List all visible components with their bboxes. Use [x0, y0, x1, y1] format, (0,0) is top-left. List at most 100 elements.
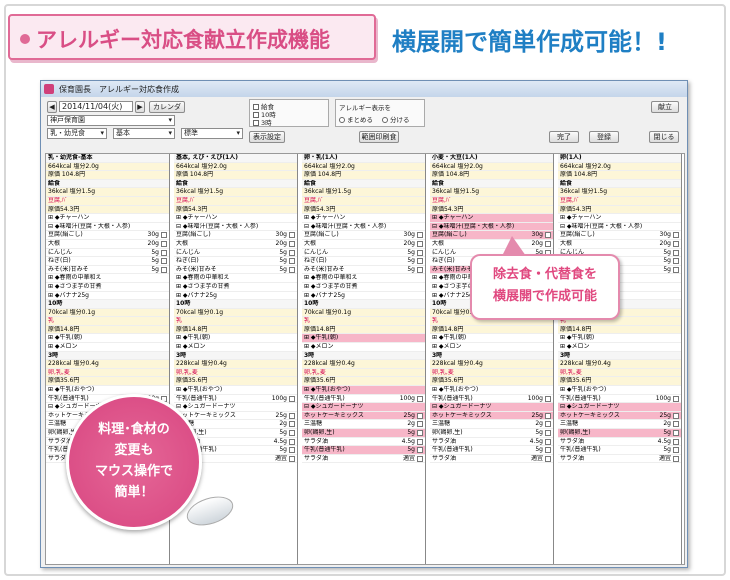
row-menu-icon[interactable]: [289, 455, 295, 462]
menu-row[interactable]: 664kcal 塩分2.0g: [558, 162, 681, 172]
row-menu-icon[interactable]: [417, 412, 423, 419]
menu-row[interactable]: 原価 104.8円: [430, 171, 553, 180]
menu-row[interactable]: 原価35.6円: [302, 377, 425, 387]
row-menu-icon[interactable]: [161, 232, 167, 239]
row-menu-icon[interactable]: [289, 258, 295, 265]
menu-row[interactable]: 原価 104.8円: [558, 171, 681, 180]
done-button[interactable]: 完了: [549, 131, 579, 143]
menu-row[interactable]: ⊞ ◆牛乳(朝): [302, 334, 425, 344]
row-menu-icon[interactable]: [417, 249, 423, 256]
menu-row[interactable]: ⊞ ◆バナナ25g: [46, 292, 169, 301]
menu-row[interactable]: ⊞ ◆牛乳(朝): [46, 334, 169, 344]
row-menu-icon[interactable]: [545, 430, 551, 436]
row-menu-icon[interactable]: [289, 232, 295, 239]
menu-row[interactable]: ホットケーキミックス 25g: [302, 411, 425, 421]
menu-row[interactable]: 原価35.6円: [174, 377, 297, 387]
menu-row[interactable]: みそ(米)甘みそ 5g: [174, 266, 297, 275]
menu-row[interactable]: ⊟ ◆味噌汁(豆腐・大根・人参): [430, 222, 553, 232]
menu-row[interactable]: 乳: [46, 317, 169, 326]
menu-row[interactable]: ⊞ ◆春雨の中華和え: [46, 274, 169, 283]
menu-row[interactable]: 原価35.6円: [46, 377, 169, 387]
menu-row[interactable]: にんじん 5g: [174, 249, 297, 258]
row-menu-icon[interactable]: [545, 412, 551, 419]
menu-row[interactable]: 原価54.3円: [430, 205, 553, 215]
row-menu-icon[interactable]: [673, 430, 679, 436]
menu-row[interactable]: 228kcal 塩分0.4g: [558, 360, 681, 369]
menu-row[interactable]: 卵,乳,麦: [430, 368, 553, 378]
menu-row[interactable]: 原価14.8円: [430, 325, 553, 335]
menu-row[interactable]: 664kcal 塩分2.0g: [46, 162, 169, 172]
menu-row[interactable]: サラダ油 4.5g: [558, 438, 681, 447]
menu-row[interactable]: 乳: [302, 317, 425, 326]
menu-row[interactable]: 大根 20g: [558, 240, 681, 249]
menu-row[interactable]: ⊞ ◆牛乳(おやつ): [46, 386, 169, 395]
row-menu-icon[interactable]: [673, 249, 679, 256]
row-menu-icon[interactable]: [161, 240, 167, 247]
close-button[interactable]: 閉じる: [649, 131, 679, 143]
menu-row[interactable]: 原価 104.8円: [46, 171, 169, 180]
menu-row[interactable]: 牛乳(普通牛乳) 100g: [430, 395, 553, 404]
menu-row[interactable]: ⊞ ◆さつま芋の甘煮: [46, 283, 169, 292]
menu-row[interactable]: 豆腐(絹ごし) 30g: [46, 231, 169, 240]
menu-row[interactable]: ⊞ ◆牛乳(おやつ): [174, 386, 297, 395]
menu-row[interactable]: 228kcal 塩分0.4g: [174, 360, 297, 369]
menu-row[interactable]: サラダ油 4.5g: [302, 438, 425, 447]
menu-row[interactable]: にんじん 5g: [302, 249, 425, 258]
menu-row[interactable]: 豆腐,ﾊﾟ: [430, 196, 553, 206]
column-header[interactable]: 小麦・大豆(1人): [430, 154, 553, 163]
menu-row[interactable]: 228kcal 塩分0.4g: [46, 360, 169, 369]
menu-row[interactable]: 大根 20g: [46, 240, 169, 249]
row-menu-icon[interactable]: [417, 395, 423, 402]
menu-row[interactable]: 664kcal 塩分2.0g: [174, 162, 297, 172]
menu-row[interactable]: 原価 104.8円: [174, 171, 297, 180]
menu-row[interactable]: 卵(鶏卵,生) 5g: [558, 429, 681, 438]
menu-row[interactable]: ⊟ ◆シュガードーナツ: [174, 403, 297, 412]
row-menu-icon[interactable]: [289, 266, 295, 273]
menu-row[interactable]: 卵,乳,麦: [46, 368, 169, 378]
date-field[interactable]: 2014/11/04(火): [59, 101, 133, 112]
column-header[interactable]: 乳・幼児食-基本: [46, 154, 169, 163]
row-menu-icon[interactable]: [289, 249, 295, 256]
menu-row[interactable]: ⊞ ◆バナナ25g: [302, 292, 425, 301]
menu-row[interactable]: ⊞ ◆メロン: [46, 343, 169, 352]
menu-row[interactable]: 給食: [558, 179, 681, 189]
row-menu-icon[interactable]: [673, 395, 679, 402]
menu-row[interactable]: ⊞ ◆チャーハン: [46, 214, 169, 223]
menu-row[interactable]: 豆腐(絹ごし) 30g: [302, 231, 425, 240]
row-menu-icon[interactable]: [673, 258, 679, 265]
row-menu-icon[interactable]: [417, 266, 423, 273]
menu-row[interactable]: ⊟ ◆シュガードーナツ: [302, 403, 425, 412]
menu-row[interactable]: ⊞ ◆チャーハン: [430, 214, 553, 223]
menu-row[interactable]: 卵,乳,麦: [302, 368, 425, 378]
menu-row[interactable]: ⊞ ◆チャーハン: [302, 214, 425, 223]
row-menu-icon[interactable]: [289, 240, 295, 247]
menu-row[interactable]: 原価54.3円: [302, 205, 425, 215]
menu-row[interactable]: 原価35.6円: [558, 377, 681, 387]
menu-row[interactable]: 原価54.3円: [174, 205, 297, 215]
menu-row[interactable]: サラダ油 4.5g: [430, 438, 553, 447]
menu-row[interactable]: ⊞ ◆牛乳(おやつ): [558, 386, 681, 395]
menu-row[interactable]: 原価14.8円: [302, 325, 425, 335]
menu-row[interactable]: ⊟ ◆シュガードーナツ: [558, 403, 681, 412]
column-header[interactable]: 卵・乳(1人): [302, 154, 425, 163]
menu-row[interactable]: ねぎ(白) 5g: [174, 257, 297, 266]
menu-row[interactable]: 牛乳(普通牛乳) 5g: [558, 446, 681, 455]
menu-row[interactable]: ⊞ ◆牛乳(おやつ): [430, 386, 553, 395]
menu-row[interactable]: 3時: [302, 351, 425, 361]
row-menu-icon[interactable]: [545, 455, 551, 462]
menu-row[interactable]: 牛乳(普通牛乳) 100g: [174, 395, 297, 404]
row-menu-icon[interactable]: [417, 421, 423, 428]
menu-row[interactable]: 36kcal 塩分1.5g: [430, 188, 553, 197]
menu-row[interactable]: ⊟ ◆味噌汁(豆腐・大根・人参): [302, 223, 425, 232]
menu-row[interactable]: 大根 20g: [174, 240, 297, 249]
column-header[interactable]: 卵(1人): [558, 154, 681, 163]
menu-row[interactable]: 卵(鶏卵,生) 5g: [430, 429, 553, 438]
menu-row[interactable]: サラダ油 適宜: [302, 455, 425, 464]
next-date-button[interactable]: ▶: [135, 101, 145, 113]
menu-row[interactable]: ⊟ ◆味噌汁(豆腐・大根・人参): [174, 223, 297, 232]
menu-row[interactable]: ⊞ ◆牛乳(おやつ): [302, 386, 425, 395]
row-menu-icon[interactable]: [289, 395, 295, 402]
row-menu-icon[interactable]: [673, 232, 679, 239]
age-select[interactable]: 乳・幼児食: [47, 128, 107, 139]
menu-row[interactable]: ⊞ ◆チャーハン: [558, 214, 681, 223]
